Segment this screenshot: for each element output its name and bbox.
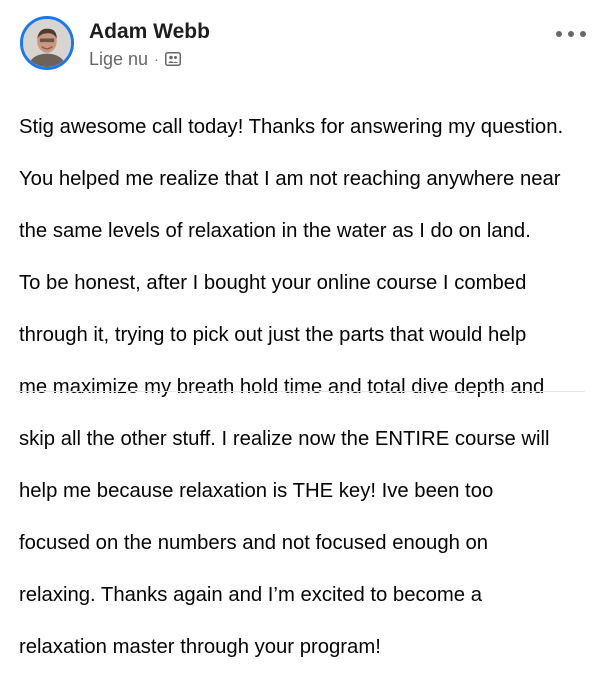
more-dot-icon (556, 31, 562, 37)
post-text-line: help me because relaxation is THE key! I… (19, 480, 494, 502)
post-divider (16, 391, 585, 392)
group-audience-icon[interactable] (164, 51, 181, 67)
post-text-line: me maximize my breath hold time and tota… (19, 376, 545, 398)
meta-separator: · (154, 51, 159, 67)
author-name[interactable]: Adam Webb (89, 20, 210, 44)
post-text-line: You helped me realize that I am not reac… (19, 168, 561, 190)
post-text-line: skip all the other stuff. I realize now … (19, 428, 550, 450)
post-text-line: relaxation master through your program! (19, 636, 381, 658)
post-text-line: through it, trying to pick out just the … (19, 324, 527, 346)
more-dot-icon (580, 31, 586, 37)
post-body-text: Stig awesome call today! Thanks for answ… (19, 88, 594, 686)
post-text-line: the same levels of relaxation in the wat… (19, 220, 531, 242)
post-card: Adam Webb Lige nu · Stig awesome call to… (0, 0, 601, 658)
post-text-line: Stig awesome call today! Thanks for answ… (19, 116, 564, 138)
post-header: Adam Webb Lige nu · (20, 16, 590, 76)
profile-photo-icon (23, 19, 71, 67)
more-options-button[interactable] (556, 26, 586, 42)
post-timestamp[interactable]: Lige nu (89, 49, 148, 69)
author-avatar[interactable] (20, 16, 74, 70)
more-dot-icon (568, 31, 574, 37)
post-meta: Lige nu · (89, 49, 181, 69)
post-text-line: relaxing. Thanks again and I’m excited t… (19, 584, 482, 606)
post-text-line: focused on the numbers and not focused e… (19, 532, 489, 554)
post-text-line: To be honest, after I bought your online… (19, 272, 527, 294)
